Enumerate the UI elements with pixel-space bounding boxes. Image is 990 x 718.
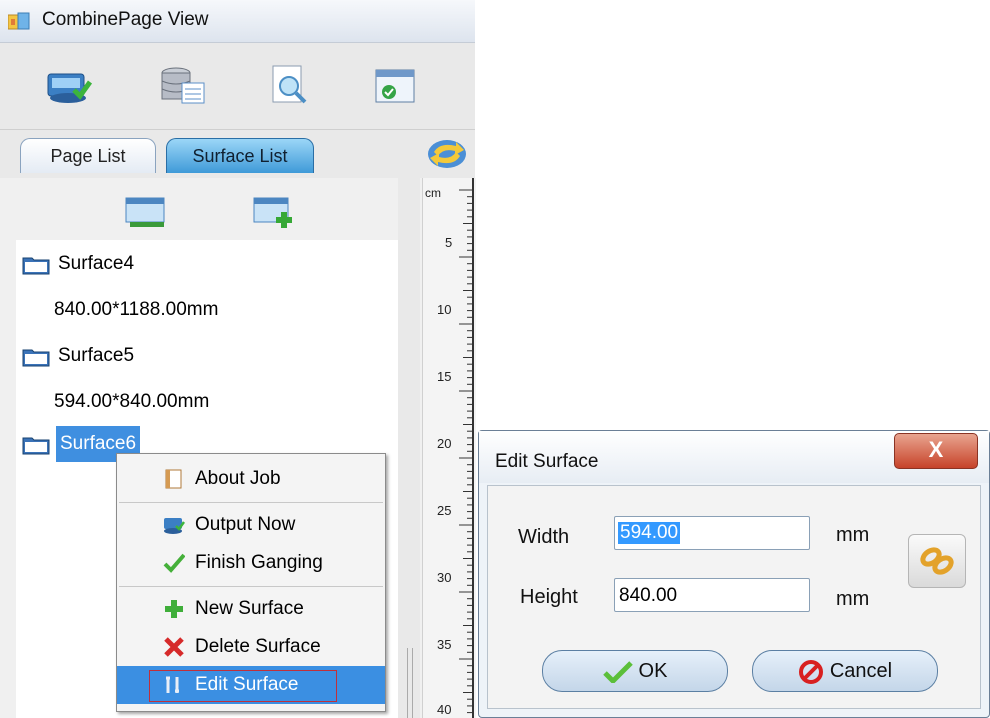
surface-name: Surface5 [58, 345, 135, 366]
folder-icon [22, 437, 50, 455]
plus-icon [165, 600, 183, 618]
ok-button[interactable]: OK [542, 650, 728, 692]
window-title: CombinePage View [42, 9, 209, 30]
link-icon [920, 547, 954, 575]
menu-item-label: Output Now [195, 514, 296, 535]
surface-name: Surface4 [58, 253, 135, 274]
list-item[interactable]: Surface5 [16, 336, 396, 376]
width-field[interactable]: 594.00 [614, 516, 810, 550]
window-check-button[interactable] [368, 63, 422, 109]
ruler-label: 15 [437, 369, 452, 384]
delete-x-icon [164, 637, 184, 657]
height-unit: mm [836, 588, 870, 610]
combinepage-panel: CombinePage View Page List Surface List … [0, 0, 476, 718]
menu-item-output-now[interactable]: Output Now [117, 506, 385, 544]
height-label: Height [520, 586, 578, 608]
ruler-label: 20 [437, 436, 452, 451]
menu-item-label: Finish Ganging [195, 552, 323, 573]
context-menu: About Job Output Now Finish Ganging New … [116, 453, 386, 712]
cancel-label: Cancel [829, 660, 893, 682]
add-surface-button[interactable] [252, 194, 296, 230]
refresh-icon[interactable] [426, 138, 468, 170]
preview-button[interactable] [262, 63, 316, 109]
output-icon [164, 518, 185, 534]
surface-actions [0, 178, 398, 240]
list-item[interactable]: Surface4 [16, 244, 396, 284]
document-icon [165, 469, 182, 489]
ruler-label: 10 [437, 302, 452, 317]
ruler-label: 40 [437, 702, 452, 717]
folder-icon [22, 257, 50, 275]
ruler-label: 30 [437, 570, 452, 585]
dialog-title-bar: Edit Surface X [479, 431, 989, 483]
folder-icon [22, 349, 50, 367]
menu-item-new-surface[interactable]: New Surface [117, 590, 385, 628]
close-button[interactable]: X [894, 433, 978, 469]
surface-size: 594.00*840.00mm [54, 391, 210, 412]
menu-item-delete-surface[interactable]: Delete Surface [117, 628, 385, 666]
scroll-thumb[interactable] [407, 648, 413, 718]
height-field[interactable]: 840.00 [614, 578, 810, 612]
list-item: 840.00*1188.00mm [16, 290, 396, 330]
cancel-button[interactable]: Cancel [752, 650, 938, 692]
prohibited-icon [798, 659, 823, 684]
preview-icon [272, 65, 307, 104]
ruler-label: 35 [437, 637, 452, 652]
ruler-label: 5 [445, 235, 453, 250]
menu-item-label: New Surface [195, 598, 304, 619]
menu-separator [119, 502, 383, 503]
menu-item-label: About Job [195, 468, 281, 489]
edit-surface-dialog: Edit Surface X Width 594.00 mm Height 84… [478, 430, 990, 718]
window-title-bar: CombinePage View [0, 0, 475, 43]
menu-item-edit-surface[interactable]: Edit Surface [117, 666, 385, 704]
app-icon [8, 12, 30, 30]
remove-surface-button[interactable] [124, 194, 168, 230]
menu-item-finish-ganging[interactable]: Finish Ganging [117, 544, 385, 582]
tab-surface-list[interactable]: Surface List [166, 138, 314, 173]
dialog-title: Edit Surface [495, 451, 599, 472]
menu-separator [119, 586, 383, 587]
width-value: 594.00 [618, 522, 681, 544]
dialog-body: Width 594.00 mm Height 840.00 mm OK Canc… [487, 485, 981, 709]
height-value: 840.00 [619, 585, 678, 606]
link-dimensions-button[interactable] [908, 534, 966, 588]
toolbar [0, 43, 475, 130]
output-button[interactable] [42, 63, 96, 109]
tab-bar: Page List Surface List [0, 130, 475, 178]
list-item: 594.00*840.00mm [16, 382, 396, 422]
menu-item-label: Delete Surface [195, 636, 321, 657]
checkmark-icon [602, 660, 633, 683]
menu-item-about-job[interactable]: About Job [117, 460, 385, 498]
database-button[interactable] [156, 63, 210, 109]
database-icon [161, 67, 205, 104]
output-icon [47, 73, 93, 103]
width-unit: mm [836, 524, 870, 546]
menu-item-label: Edit Surface [195, 674, 299, 695]
scrollbar[interactable] [398, 178, 420, 718]
ruler-unit: cm [425, 186, 441, 200]
ruler-label: 25 [437, 503, 452, 518]
ruler: cm 5 10 15 20 25 30 35 40 [422, 178, 476, 718]
width-label: Width [518, 526, 570, 548]
tools-icon [166, 676, 179, 693]
ok-label: OK [638, 660, 668, 682]
tab-page-list[interactable]: Page List [20, 138, 156, 173]
checkmark-icon [163, 553, 185, 573]
surface-size: 840.00*1188.00mm [54, 299, 219, 320]
window-check-icon [375, 69, 415, 103]
